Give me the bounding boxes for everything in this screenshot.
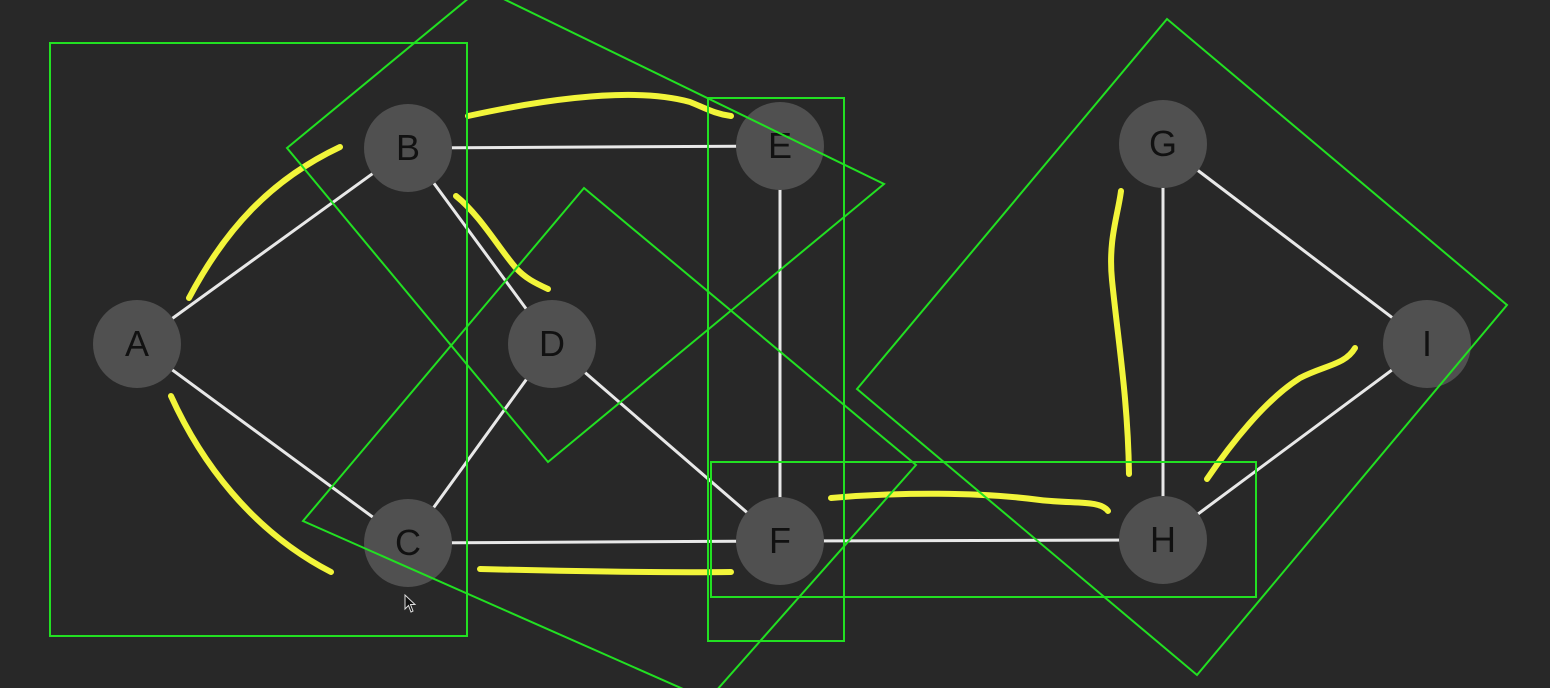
node-label: E: [768, 125, 792, 166]
selection-box-2: [285, 0, 886, 464]
highlight-stroke-A-C: [168, 393, 334, 575]
node-F[interactable]: F: [736, 497, 824, 585]
node-G[interactable]: G: [1119, 100, 1207, 188]
node-E[interactable]: E: [736, 102, 824, 190]
edges-layer: [136, 142, 1428, 545]
node-label: H: [1150, 519, 1176, 560]
highlight-stroke-C-F: [477, 566, 734, 576]
node-D[interactable]: D: [508, 300, 596, 388]
node-A[interactable]: A: [93, 300, 181, 388]
mouse-cursor-icon: [404, 594, 417, 613]
node-I[interactable]: I: [1383, 300, 1471, 388]
highlight-stroke-G-H: [1108, 188, 1132, 477]
node-label: C: [395, 522, 421, 563]
highlight-stroke-F-H: [828, 490, 1111, 514]
edge-D-F: [551, 342, 781, 543]
highlight-stroke-B-E: [465, 92, 734, 119]
node-label: I: [1422, 323, 1432, 364]
selection-box-3: [301, 186, 918, 688]
node-label: G: [1149, 123, 1177, 164]
graph-canvas[interactable]: A B C D E F G H I: [0, 0, 1550, 688]
graph-diagram: A B C D E F G H I: [49, 0, 1509, 688]
edge-H-I: [1162, 342, 1428, 542]
node-C[interactable]: C: [364, 499, 452, 587]
node-label: F: [769, 520, 791, 561]
edge-G-I: [1162, 142, 1428, 346]
node-H[interactable]: H: [1119, 496, 1207, 584]
node-label: A: [125, 323, 149, 364]
node-label: B: [396, 127, 420, 168]
edge-B-E: [407, 144, 781, 150]
node-B[interactable]: B: [364, 104, 452, 192]
edge-F-H: [779, 538, 1164, 543]
edge-C-F: [407, 539, 781, 545]
highlight-stroke-A-B: [186, 144, 343, 301]
node-label: D: [539, 323, 565, 364]
